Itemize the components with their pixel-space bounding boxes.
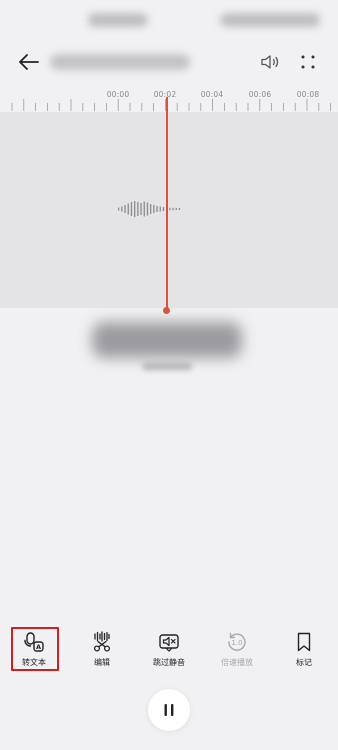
speaker-button[interactable] xyxy=(258,50,284,74)
waveform-bar xyxy=(172,207,174,211)
waveform-bar xyxy=(162,207,165,211)
waveform-bar xyxy=(134,201,136,217)
waveform-bar xyxy=(156,206,158,212)
edit-scissors-icon xyxy=(90,630,114,654)
speed-playback-label: 倍速播放 xyxy=(221,658,253,667)
ruler-ticks xyxy=(11,99,332,111)
speed-playback-button[interactable]: 1.0 倍速播放 xyxy=(207,626,267,674)
bookmark-icon xyxy=(292,630,316,654)
waveform-bar xyxy=(130,202,133,216)
waveform-bar xyxy=(118,207,120,211)
waveform-bar xyxy=(175,208,177,210)
skip-silence-label: 跳过静音 xyxy=(153,658,185,667)
waveform-bar xyxy=(124,205,126,213)
back-arrow-icon xyxy=(19,54,39,70)
waveform-area[interactable] xyxy=(0,112,338,308)
playhead-handle[interactable] xyxy=(163,307,170,314)
top-bar xyxy=(0,40,338,84)
waveform-bar xyxy=(143,201,145,217)
highlight-box xyxy=(11,627,59,671)
playhead-line[interactable] xyxy=(166,97,168,311)
edit-label: 编辑 xyxy=(94,658,110,667)
bookmark-label: 标记 xyxy=(296,658,312,667)
waveform-bar xyxy=(150,204,152,214)
waveform-bar xyxy=(169,207,171,211)
bookmark-button[interactable]: 标记 xyxy=(274,626,334,674)
pause-button[interactable] xyxy=(148,689,190,731)
waveform-bar xyxy=(121,206,123,212)
status-blur-left xyxy=(88,13,148,27)
pause-icon xyxy=(164,704,174,716)
waveform-bar xyxy=(146,202,149,216)
recording-title xyxy=(50,54,190,70)
timeline-ruler[interactable]: 00:00 00:02 00:04 00:06 00:08 xyxy=(0,88,338,112)
skip-silence-button[interactable]: 跳过静音 xyxy=(139,626,199,674)
more-dots-icon xyxy=(301,55,315,69)
status-bar xyxy=(0,0,338,40)
waveform-bar xyxy=(159,206,161,212)
speaker-icon xyxy=(261,55,279,69)
back-button[interactable] xyxy=(14,48,44,76)
status-blur-right xyxy=(220,13,320,27)
waveform-bar xyxy=(153,205,155,213)
waveform-bar xyxy=(178,208,181,210)
waveform-bar xyxy=(127,203,129,215)
skip-silence-icon xyxy=(157,630,181,654)
more-button[interactable] xyxy=(296,50,320,74)
elapsed-subtext xyxy=(142,362,192,370)
waveform xyxy=(118,201,181,217)
waveform-bar xyxy=(140,203,142,215)
elapsed-time xyxy=(92,322,242,358)
edit-button[interactable]: 编辑 xyxy=(72,626,132,674)
waveform-bar xyxy=(137,202,139,216)
speed-playback-icon: 1.0 xyxy=(225,630,249,654)
svg-text:1.0: 1.0 xyxy=(231,639,242,647)
